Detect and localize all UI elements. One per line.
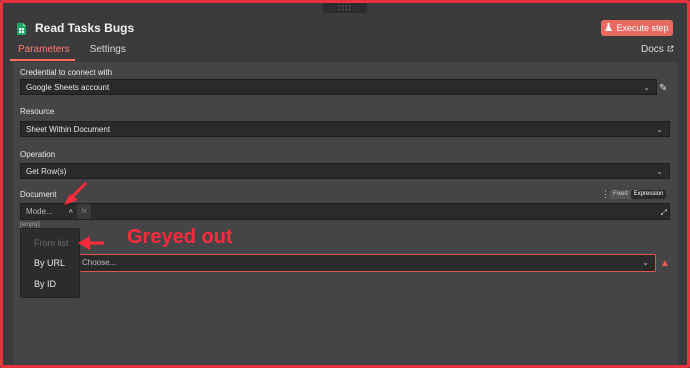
annotation-label: Greyed out — [127, 226, 233, 248]
execute-step-label: Execute step — [616, 23, 669, 33]
active-tab-indicator — [10, 59, 75, 61]
document-choose-input[interactable]: Choose... ⌄ — [76, 254, 656, 272]
chevron-down-icon: ⌄ — [656, 125, 663, 134]
expand-icon[interactable]: ⤢ — [661, 208, 667, 218]
credential-label: Credential to connect with — [20, 68, 113, 77]
tab-parameters[interactable]: Parameters — [17, 44, 71, 60]
docs-link[interactable]: Docs — [641, 44, 674, 55]
credential-select[interactable]: Google Sheets account ⌄ — [20, 79, 657, 95]
more-options-icon[interactable]: ⋮ — [601, 189, 610, 200]
mode-dropdown: From list By URL By ID — [20, 228, 80, 298]
operation-label: Operation — [20, 150, 56, 159]
operation-value: Get Row(s) — [26, 167, 67, 176]
chevron-up-icon: ˄ — [68, 207, 73, 216]
option-by-id[interactable]: By ID — [34, 279, 56, 289]
resource-label: Resource — [20, 107, 55, 116]
docs-label: Docs — [641, 44, 664, 55]
google-sheets-icon — [17, 22, 26, 35]
node-title: Read Tasks Bugs — [35, 21, 135, 35]
document-label: Document — [20, 190, 57, 199]
edit-credential-icon[interactable]: ✎ — [659, 83, 667, 94]
fixed-expression-toggle[interactable]: Fixed Expression — [610, 190, 667, 199]
operation-select[interactable]: Get Row(s) ⌄ — [20, 163, 670, 179]
tab-bar: Parameters Settings — [17, 44, 145, 60]
option-by-url[interactable]: By URL — [34, 258, 65, 268]
fx-icon: fx — [77, 204, 91, 219]
chevron-down-icon: ⌄ — [656, 167, 663, 176]
execute-step-button[interactable]: Execute step — [601, 20, 673, 36]
tab-settings[interactable]: Settings — [89, 44, 127, 60]
choose-placeholder: Choose... — [82, 258, 117, 267]
node-header: Read Tasks Bugs — [17, 20, 134, 36]
warning-icon: ▲ — [660, 258, 670, 269]
option-from-list: From list — [34, 238, 69, 248]
chevron-down-icon: ⌄ — [642, 258, 649, 267]
document-input-row: Mode... ˄ fx ⤢ — [20, 203, 670, 220]
mode-placeholder: Mode... — [26, 207, 53, 216]
resource-select[interactable]: Sheet Within Document ⌄ — [20, 121, 670, 137]
mode-select[interactable]: Mode... ˄ — [21, 204, 77, 219]
toggle-fixed[interactable]: Fixed — [610, 190, 631, 199]
resource-value: Sheet Within Document — [26, 125, 111, 134]
flask-icon — [605, 23, 613, 33]
chevron-down-icon: ⌄ — [643, 83, 650, 92]
drag-handle[interactable]: :::: — [323, 3, 367, 13]
external-link-icon — [667, 44, 674, 55]
toggle-expression[interactable]: Expression — [630, 190, 667, 199]
credential-value: Google Sheets account — [26, 83, 110, 92]
